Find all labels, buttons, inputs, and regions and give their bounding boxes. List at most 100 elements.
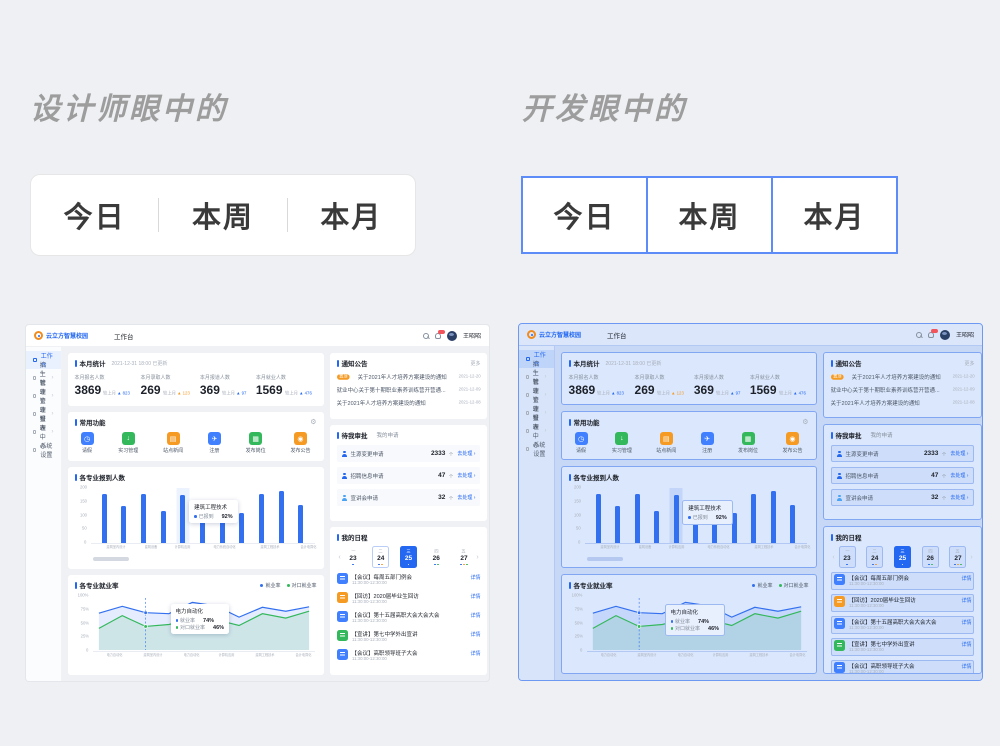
quick-function-2[interactable]: ▤站点新闻 <box>656 432 676 454</box>
segment-month[interactable]: 本月 <box>288 194 415 236</box>
user-avatar[interactable] <box>940 330 950 340</box>
calendar-prev-icon[interactable]: ‹ <box>337 554 343 561</box>
calendar-day-27[interactable]: 五27 <box>455 546 472 568</box>
legend-item: 就业率 <box>260 582 280 589</box>
segment-week[interactable]: 本周 <box>159 194 286 236</box>
schedule-detail-link[interactable]: 详情 <box>470 612 480 619</box>
notice-item-2[interactable]: 关于2021年人才培养方案建设的通知2021-12-08 <box>831 399 975 407</box>
x-tick: 计算机应用 <box>659 545 694 555</box>
approval-action-link[interactable]: 去处理 › <box>457 472 475 479</box>
calendar-day-23[interactable]: 一23 <box>345 546 362 568</box>
bar <box>615 506 620 543</box>
chart-scrollbar[interactable] <box>93 557 129 561</box>
quick-function-1[interactable]: ↓实习管理 <box>118 432 138 454</box>
calendar-day-25[interactable]: 三25 <box>894 546 911 568</box>
schedule-item-3[interactable]: 【宣讲】第七中学外出宣讲11:30:00-12:30:00详情 <box>831 638 975 656</box>
sidebar-item-4[interactable]: 报表中心› <box>519 422 554 440</box>
approval-item-1[interactable]: 招聘信息申请47个去处理 › <box>337 467 481 484</box>
schedule-item-0[interactable]: 【会议】每周五部门例会11:30:00-12:30:00详情 <box>831 572 975 590</box>
schedule-item-4[interactable]: 【会议】高职领导班子大会11:30:00-12:30:00详情 <box>831 660 975 674</box>
approval-item-2[interactable]: 宣讲会申请32个去处理 › <box>831 489 975 506</box>
schedule-detail-link[interactable]: 详情 <box>961 641 971 648</box>
card-header: 常用功能 ⚙ <box>75 417 317 427</box>
calendar-day-26[interactable]: 四26 <box>428 546 445 568</box>
quick-function-2[interactable]: ▤站点新闻 <box>163 432 183 454</box>
quick-function-4[interactable]: ▦发布岗位 <box>738 432 758 454</box>
schedule-item-1[interactable]: 【回访】2020届毕业生回访11:30:00-12:30:00详情 <box>831 594 975 612</box>
calendar-day-24[interactable]: 二24 <box>866 546 883 568</box>
quick-function-5[interactable]: ◉发布公告 <box>290 432 310 454</box>
segment-today-boxed[interactable]: 今日 <box>521 176 648 254</box>
notice-more-link[interactable]: 更多 <box>964 360 974 367</box>
approval-action-link[interactable]: 去处理 › <box>950 450 968 457</box>
quick-function-4[interactable]: ▦发布岗位 <box>246 432 266 454</box>
schedule-detail-link[interactable]: 详情 <box>961 597 971 604</box>
notice-item-0[interactable]: 置顶关于2021年人才培养方案建设的通知2021-12-20 <box>831 373 975 381</box>
schedule-detail-link[interactable]: 详情 <box>470 574 480 581</box>
quick-function-0[interactable]: ◷请假 <box>81 432 94 454</box>
schedule-detail-link[interactable]: 详情 <box>470 650 480 657</box>
header-tab-workbench[interactable]: 工作台 <box>114 331 134 341</box>
schedule-item-1[interactable]: 【回访】2020届毕业生回访11:30:00-12:30:00详情 <box>337 592 481 606</box>
gear-icon[interactable]: ⚙ <box>310 418 316 426</box>
notice-item-1[interactable]: 就业中心关于第十期职业素养训练营开营通...2021-12-09 <box>337 386 481 394</box>
approval-action-link[interactable]: 去处理 › <box>950 494 968 501</box>
schedule-detail-link[interactable]: 详情 <box>961 619 971 626</box>
approval-tab-my-requests[interactable]: 我的申请 <box>377 431 399 439</box>
calendar-day-27[interactable]: 五27 <box>949 546 966 568</box>
segment-today[interactable]: 今日 <box>31 194 158 236</box>
calendar-day-26[interactable]: 四26 <box>922 546 939 568</box>
approval-action-link[interactable]: 去处理 › <box>457 494 475 501</box>
quick-function-5[interactable]: ◉发布公告 <box>782 432 802 454</box>
approval-item-0[interactable]: 生源变更申请2333个去处理 › <box>337 445 481 462</box>
search-icon[interactable] <box>916 332 922 338</box>
notification-bell[interactable] <box>928 332 934 338</box>
chart-scrollbar[interactable] <box>587 557 623 561</box>
approval-count: 2333 <box>924 450 938 457</box>
schedule-item-3[interactable]: 【宣讲】第七中学外出宣讲11:30:00-12:30:00详情 <box>337 630 481 644</box>
schedule-item-body: 【宣讲】第七中学外出宣讲11:30:00-12:30:00 <box>352 630 467 644</box>
user-avatar[interactable] <box>447 331 457 341</box>
schedule-item-2[interactable]: 【会议】第十五届高职大会大会大会11:30:00-12:30:00详情 <box>337 611 481 625</box>
notice-item-1[interactable]: 就业中心关于第十期职业素养训练营开营通...2021-12-09 <box>831 386 975 394</box>
search-icon[interactable] <box>423 333 429 339</box>
schedule-detail-link[interactable]: 详情 <box>961 663 971 670</box>
approval-item-1[interactable]: 招聘信息申请47个去处理 › <box>831 467 975 484</box>
schedule-detail-link[interactable]: 详情 <box>470 593 480 600</box>
quick-function-1[interactable]: ↓实习管理 <box>612 432 632 454</box>
gear-icon[interactable]: ⚙ <box>802 418 808 426</box>
segment-week-boxed[interactable]: 本周 <box>646 176 773 254</box>
calendar-day-23[interactable]: 一23 <box>839 546 856 568</box>
quick-function-3[interactable]: ✈注册 <box>701 432 714 454</box>
schedule-detail-link[interactable]: 详情 <box>961 575 971 582</box>
header-tab-workbench[interactable]: 工作台 <box>607 330 627 340</box>
quick-function-3[interactable]: ✈注册 <box>208 432 221 454</box>
approval-action-link[interactable]: 去处理 › <box>950 472 968 479</box>
calendar-day-24[interactable]: 二24 <box>372 546 389 568</box>
card-header: 各专业就业率 就业率对口就业率 <box>569 580 809 590</box>
quick-function-0[interactable]: ◷请假 <box>575 432 588 454</box>
calendar-next-icon[interactable]: › <box>474 554 480 561</box>
notice-item-2[interactable]: 关于2021年人才培养方案建设的通知2021-12-08 <box>337 399 481 407</box>
sidebar-item-5[interactable]: 系统设置 <box>519 440 554 458</box>
approval-item-2[interactable]: 宣讲会申请32个去处理 › <box>337 489 481 506</box>
approval-unit: 个 <box>449 450 453 456</box>
schedule-detail-link[interactable]: 详情 <box>470 631 480 638</box>
calendar-day-25[interactable]: 三25 <box>400 546 417 568</box>
notification-bell[interactable] <box>435 333 441 339</box>
schedule-item-4[interactable]: 【会议】高职领导班子大会11:30:00-12:30:00详情 <box>337 649 481 663</box>
approval-tab-my-requests[interactable]: 我的申请 <box>871 431 893 439</box>
approval-action-link[interactable]: 去处理 › <box>457 450 475 457</box>
calendar-next-icon[interactable]: › <box>968 554 974 561</box>
segment-month-boxed[interactable]: 本月 <box>771 176 898 254</box>
schedule-item-0[interactable]: 【会议】每周五部门例会11:30:00-12:30:00详情 <box>337 573 481 587</box>
schedule-item-2[interactable]: 【会议】第十五届高职大会大会大会11:30:00-12:30:00详情 <box>831 616 975 634</box>
notice-item-0[interactable]: 置顶关于2021年人才培养方案建设的通知2021-12-20 <box>337 373 481 381</box>
approval-tab-active[interactable]: 待我审批 <box>342 430 368 440</box>
approval-item-0[interactable]: 生源变更申请2333个去处理 › <box>831 445 975 462</box>
sidebar-item-5[interactable]: 系统设置 <box>26 441 61 459</box>
approval-tab-active[interactable]: 待我审批 <box>836 430 862 440</box>
calendar-prev-icon[interactable]: ‹ <box>831 554 837 561</box>
notice-more-link[interactable]: 更多 <box>470 360 480 367</box>
sidebar-item-4[interactable]: 报表中心› <box>26 423 61 441</box>
